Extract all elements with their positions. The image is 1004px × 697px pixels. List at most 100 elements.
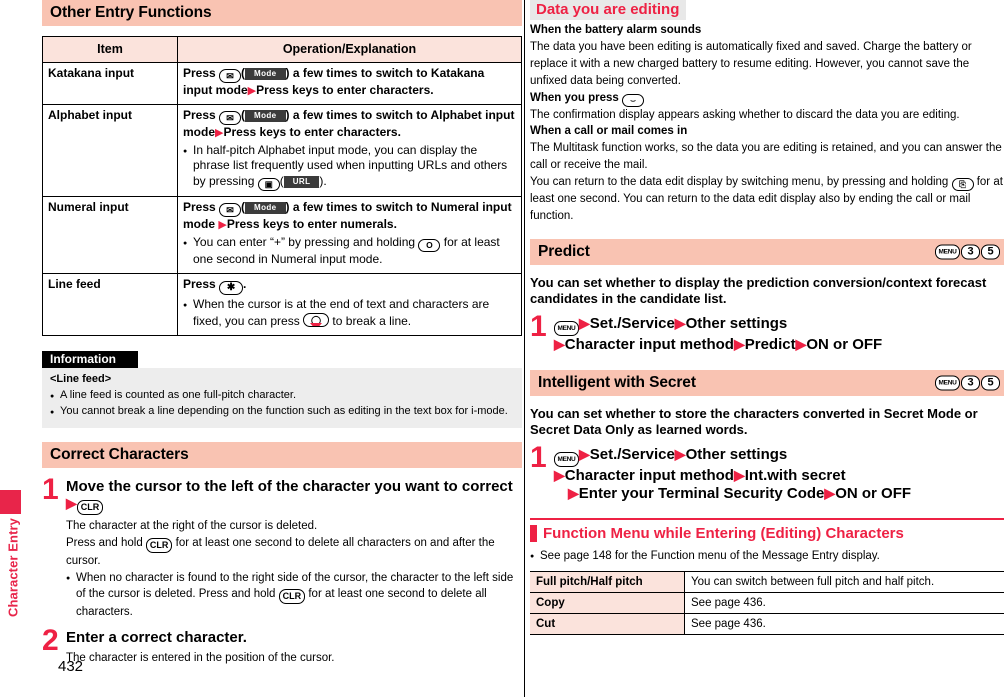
page-title: Other Entry Functions xyxy=(50,4,212,21)
step-target-char-input-method: Character input method xyxy=(564,336,734,354)
number-key-5-icon: 5 xyxy=(981,375,1000,391)
function-menu-table: Full pitch/Half pitch You can switch bet… xyxy=(530,570,1004,635)
table-row: Copy See page 436. xyxy=(530,592,1004,614)
step-desc-line: The character is entered in the position… xyxy=(66,651,335,664)
predict-shortcut-keys: MENU 3 5 xyxy=(935,244,1000,260)
step-target-on-or-off: ON or OFF xyxy=(835,484,912,502)
row-operation: Press ✉(Mode) a few times to switch to N… xyxy=(177,196,522,275)
row-operation: Press ✉(Mode) a few times to switch to A… xyxy=(177,103,522,198)
section-title-intelligent-with-secret: Intelligent with Secret xyxy=(538,373,696,391)
subheading-call-or-mail: When a call or mail comes in xyxy=(530,125,688,138)
column-header-operation: Operation/Explanation xyxy=(177,36,522,63)
arrow-icon: ▶ xyxy=(554,336,565,353)
step-target-set-service: Set./Service xyxy=(589,446,675,464)
step-body: MENU ▶Set./Service▶Other settings ▶Charac… xyxy=(554,315,1004,353)
arrow-icon: ▶ xyxy=(824,484,836,501)
step-desc-line: The character at the right of the cursor… xyxy=(66,520,318,533)
step-body: Enter a correct character. The character… xyxy=(66,629,522,666)
information-box: Information <Line feed> A line feed is c… xyxy=(42,350,522,429)
mode-softkey-badge: Mode xyxy=(245,109,286,122)
row-note: You can enter “+” by pressing and holdin… xyxy=(183,235,516,268)
predict-step-1: 1 MENU ▶Set./Service▶Other settings ▶Char… xyxy=(530,312,1004,354)
paragraph-return-to-edit: You can return to the data edit display … xyxy=(530,174,1004,225)
paragraph-confirmation: The confirmation display appears asking … xyxy=(530,108,960,121)
arrow-icon: ▶ xyxy=(247,84,257,97)
sidebar-chapter-tab: Character Entry xyxy=(0,0,26,697)
zero-key-icon: O xyxy=(418,239,441,253)
page-number: 432 xyxy=(58,658,84,675)
desc-part-a: Press and hold xyxy=(66,537,143,550)
row-note: When the cursor is at the end of text an… xyxy=(183,297,516,330)
red-block-marker xyxy=(530,525,537,543)
subheading-when-you-press-text: When you press xyxy=(530,91,619,104)
step-target-other-settings: Other settings xyxy=(685,315,788,333)
step-description: The character at the right of the cursor… xyxy=(66,518,522,621)
row-lead-tail: Press keys to enter characters. xyxy=(256,82,434,97)
menu-key-icon: MENU xyxy=(935,375,960,391)
predict-description: You can set whether to display the predi… xyxy=(530,274,987,307)
arrow-icon: ▶ xyxy=(218,219,227,232)
menu-key-icon: MENU xyxy=(935,244,960,260)
star-key-icon: ✱ xyxy=(219,281,244,296)
row-lead-text: . xyxy=(243,277,247,292)
section-header-predict: Predict MENU 3 5 xyxy=(530,238,1004,265)
row-operation: Press ✱. When the cursor is at the end o… xyxy=(177,273,522,337)
step-line-3: ▶Enter your Terminal Security Code▶ON or… xyxy=(554,485,1004,502)
press-label: Press xyxy=(183,65,216,80)
step-heading: Enter a correct character. xyxy=(66,629,247,647)
right-column: Data you are editing When the battery al… xyxy=(530,0,1004,697)
row-note-text-after: . xyxy=(323,174,327,189)
step-line-1: MENU ▶Set./Service▶Other settings xyxy=(554,446,1004,468)
left-column: Other Entry Functions Item Operation/Exp… xyxy=(42,0,522,697)
step-1: 1 Move the cursor to the left of the cha… xyxy=(42,473,522,621)
step-number: 1 xyxy=(42,473,59,507)
step-body: MENU ▶Set./Service▶Other settings ▶Charac… xyxy=(554,446,1004,502)
mail-key-icon: ✉ xyxy=(219,68,242,83)
clear-key-icon: CLR xyxy=(145,538,173,554)
camera-key-icon: ▣ xyxy=(257,178,280,192)
row-item-label: Line feed xyxy=(42,273,178,337)
information-subtitle: <Line feed> xyxy=(50,373,112,386)
arrow-icon: ▶ xyxy=(795,336,807,353)
column-header-item: Item xyxy=(42,36,178,63)
press-label: Press xyxy=(183,107,216,122)
step-description: The character is entered in the position… xyxy=(66,650,522,667)
table-row: Numeral input Press ✉(Mode) a few times … xyxy=(42,196,522,275)
mode-softkey-badge: Mode xyxy=(245,202,286,215)
step-target-char-input-method: Character input method xyxy=(564,467,734,485)
step-heading: Move the cursor to the left of the chara… xyxy=(66,478,522,516)
section-header-intelligent-with-secret: Intelligent with Secret MENU 3 5 xyxy=(530,369,1004,396)
arrow-icon: ▶ xyxy=(733,336,745,353)
section-header-function-menu: Function Menu while Entering (Editing) C… xyxy=(530,518,1004,543)
step-target-predict: Predict xyxy=(744,336,796,354)
clear-key-icon: CLR xyxy=(278,589,306,605)
step-bullet: When no character is found to the right … xyxy=(66,570,522,621)
table-row: Katakana input Press ✉(Mode) a few times… xyxy=(42,61,522,105)
arrow-icon: ▶ xyxy=(733,467,745,484)
section-title-function-menu: Function Menu while Entering (Editing) C… xyxy=(543,525,904,543)
function-menu-key: Cut xyxy=(530,613,685,635)
function-menu-value: You can switch between full pitch and ha… xyxy=(684,570,1004,593)
information-title: Information xyxy=(42,351,138,369)
number-key-5-icon: 5 xyxy=(981,244,1000,260)
intelligent-step-1: 1 MENU ▶Set./Service▶Other settings ▶Char… xyxy=(530,443,1004,502)
section-header-other-entry-functions: Other Entry Functions xyxy=(42,0,522,26)
step-line-2: ▶Character input method▶Predict▶ON or OF… xyxy=(554,336,1004,353)
table-row: Line feed Press ✱. When the cursor is at… xyxy=(42,273,522,337)
step-desc-line: Press and hold CLR for at least one seco… xyxy=(66,535,522,570)
function-menu-note: See page 148 for the Function menu of th… xyxy=(530,548,1004,565)
row-item-label: Numeral input xyxy=(42,196,178,275)
step-target-set-service: Set./Service xyxy=(589,315,675,333)
step-target-on-or-off: ON or OFF xyxy=(806,336,883,354)
row-note-text-before: You can enter “+” by pressing and holdin… xyxy=(193,235,416,250)
menu-key-icon: MENU xyxy=(554,321,579,337)
step-target-other-settings: Other settings xyxy=(685,446,788,464)
press-label: Press xyxy=(183,277,216,292)
table-row: Cut See page 436. xyxy=(530,613,1004,635)
url-softkey-badge: URL xyxy=(283,176,320,189)
section-header-correct-characters: Correct Characters xyxy=(42,442,522,469)
function-menu-key: Copy xyxy=(530,592,685,614)
function-menu-key: Full pitch/Half pitch xyxy=(530,570,685,593)
number-key-3-icon: 3 xyxy=(961,375,980,391)
step-target-security-code: Enter your Terminal Security Code xyxy=(578,484,825,502)
